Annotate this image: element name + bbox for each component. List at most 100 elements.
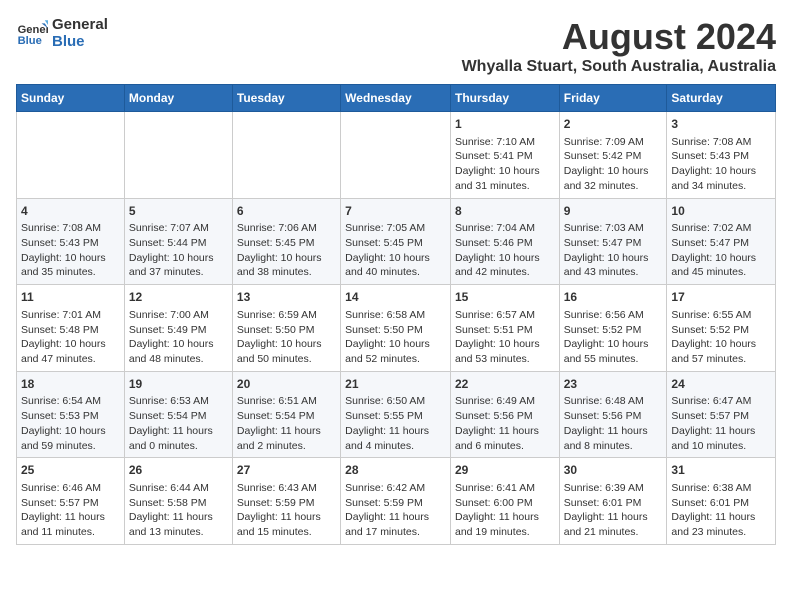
day-number: 30 [564, 462, 663, 479]
day-number: 29 [455, 462, 555, 479]
day-detail: Sunrise: 7:06 AMSunset: 5:45 PMDaylight:… [237, 221, 336, 280]
calendar-cell: 8Sunrise: 7:04 AMSunset: 5:46 PMDaylight… [450, 198, 559, 285]
calendar-cell: 12Sunrise: 7:00 AMSunset: 5:49 PMDayligh… [124, 285, 232, 372]
day-detail: Sunrise: 6:39 AMSunset: 6:01 PMDaylight:… [564, 481, 663, 540]
calendar-cell: 30 Sunrise: 6:39 AMSunset: 6:01 PMDayligh… [559, 458, 667, 545]
day-detail: Sunrise: 6:46 AMSunset: 5:57 PMDaylight:… [21, 481, 120, 540]
calendar-cell: 23Sunrise: 6:48 AMSunset: 5:56 PMDayligh… [559, 371, 667, 458]
calendar-cell: 13Sunrise: 6:59 AMSunset: 5:50 PMDayligh… [232, 285, 340, 372]
logo-icon: General Blue [16, 17, 48, 49]
day-detail: Sunrise: 7:08 AMSunset: 5:43 PMDaylight:… [671, 135, 771, 194]
calendar-cell: 10Sunrise: 7:02 AMSunset: 5:47 PMDayligh… [667, 198, 776, 285]
calendar-cell: 31 Sunrise: 6:38 AMSunset: 6:01 PMDayligh… [667, 458, 776, 545]
calendar-cell: 16Sunrise: 6:56 AMSunset: 5:52 PMDayligh… [559, 285, 667, 372]
calendar-cell: 2 Sunrise: 7:09 AMSunset: 5:42 PMDaylight… [559, 112, 667, 199]
day-number: 5 [129, 203, 228, 220]
day-number: 8 [455, 203, 555, 220]
page-header: General Blue General Blue August 2024 Wh… [16, 16, 776, 76]
calendar-cell: 11 Sunrise: 7:01 AMSunset: 5:48 PMDayligh… [17, 285, 125, 372]
day-detail: Sunrise: 6:43 AMSunset: 5:59 PMDaylight:… [237, 481, 336, 540]
calendar-body: 1 Sunrise: 7:10 AMSunset: 5:41 PMDaylight… [17, 112, 776, 545]
day-number: 27 [237, 462, 336, 479]
day-number: 24 [671, 376, 771, 393]
calendar-cell: 7Sunrise: 7:05 AMSunset: 5:45 PMDaylight… [341, 198, 451, 285]
calendar-header-row: SundayMondayTuesdayWednesdayThursdayFrid… [17, 85, 776, 112]
day-detail: Sunrise: 7:01 AMSunset: 5:48 PMDaylight:… [21, 308, 120, 367]
calendar-cell: 9Sunrise: 7:03 AMSunset: 5:47 PMDaylight… [559, 198, 667, 285]
day-detail: Sunrise: 7:10 AMSunset: 5:41 PMDaylight:… [455, 135, 555, 194]
calendar-table: SundayMondayTuesdayWednesdayThursdayFrid… [16, 84, 776, 545]
week-row-2: 4Sunrise: 7:08 AMSunset: 5:43 PMDaylight… [17, 198, 776, 285]
calendar-cell [17, 112, 125, 199]
day-detail: Sunrise: 7:04 AMSunset: 5:46 PMDaylight:… [455, 221, 555, 280]
day-number: 28 [345, 462, 446, 479]
day-number: 15 [455, 289, 555, 306]
column-header-wednesday: Wednesday [341, 85, 451, 112]
calendar-cell: 18Sunrise: 6:54 AMSunset: 5:53 PMDayligh… [17, 371, 125, 458]
calendar-cell: 3Sunrise: 7:08 AMSunset: 5:43 PMDaylight… [667, 112, 776, 199]
day-number: 31 [671, 462, 771, 479]
day-number: 18 [21, 376, 120, 393]
calendar-cell: 20Sunrise: 6:51 AMSunset: 5:54 PMDayligh… [232, 371, 340, 458]
svg-text:General: General [18, 24, 48, 36]
day-detail: Sunrise: 6:49 AMSunset: 5:56 PMDaylight:… [455, 394, 555, 453]
day-number: 6 [237, 203, 336, 220]
calendar-cell: 19Sunrise: 6:53 AMSunset: 5:54 PMDayligh… [124, 371, 232, 458]
logo-blue: Blue [52, 33, 108, 50]
calendar-cell: 4Sunrise: 7:08 AMSunset: 5:43 PMDaylight… [17, 198, 125, 285]
day-number: 20 [237, 376, 336, 393]
calendar-cell: 5Sunrise: 7:07 AMSunset: 5:44 PMDaylight… [124, 198, 232, 285]
day-detail: Sunrise: 7:03 AMSunset: 5:47 PMDaylight:… [564, 221, 663, 280]
day-number: 2 [564, 116, 663, 133]
main-title: August 2024 [462, 16, 776, 58]
week-row-1: 1 Sunrise: 7:10 AMSunset: 5:41 PMDaylight… [17, 112, 776, 199]
day-detail: Sunrise: 6:48 AMSunset: 5:56 PMDaylight:… [564, 394, 663, 453]
calendar-cell: 17Sunrise: 6:55 AMSunset: 5:52 PMDayligh… [667, 285, 776, 372]
calendar-cell: 6Sunrise: 7:06 AMSunset: 5:45 PMDaylight… [232, 198, 340, 285]
column-header-friday: Friday [559, 85, 667, 112]
day-number: 25 [21, 462, 120, 479]
day-number: 26 [129, 462, 228, 479]
day-detail: Sunrise: 6:42 AMSunset: 5:59 PMDaylight:… [345, 481, 446, 540]
calendar-cell: 21Sunrise: 6:50 AMSunset: 5:55 PMDayligh… [341, 371, 451, 458]
day-number: 17 [671, 289, 771, 306]
day-number: 10 [671, 203, 771, 220]
day-number: 4 [21, 203, 120, 220]
calendar-cell: 24Sunrise: 6:47 AMSunset: 5:57 PMDayligh… [667, 371, 776, 458]
day-number: 14 [345, 289, 446, 306]
calendar-cell: 26Sunrise: 6:44 AMSunset: 5:58 PMDayligh… [124, 458, 232, 545]
day-number: 7 [345, 203, 446, 220]
sub-title: Whyalla Stuart, South Australia, Austral… [462, 58, 776, 76]
day-detail: Sunrise: 6:58 AMSunset: 5:50 PMDaylight:… [345, 308, 446, 367]
calendar-cell: 1 Sunrise: 7:10 AMSunset: 5:41 PMDaylight… [450, 112, 559, 199]
day-detail: Sunrise: 7:09 AMSunset: 5:42 PMDaylight:… [564, 135, 663, 194]
day-detail: Sunrise: 6:41 AMSunset: 6:00 PMDaylight:… [455, 481, 555, 540]
calendar-cell [124, 112, 232, 199]
day-detail: Sunrise: 7:05 AMSunset: 5:45 PMDaylight:… [345, 221, 446, 280]
day-number: 22 [455, 376, 555, 393]
day-number: 21 [345, 376, 446, 393]
calendar-cell: 28 Sunrise: 6:42 AMSunset: 5:59 PMDayligh… [341, 458, 451, 545]
day-number: 1 [455, 116, 555, 133]
day-detail: Sunrise: 6:53 AMSunset: 5:54 PMDaylight:… [129, 394, 228, 453]
title-block: August 2024 Whyalla Stuart, South Austra… [462, 16, 776, 76]
calendar-cell: 14 Sunrise: 6:58 AMSunset: 5:50 PMDayligh… [341, 285, 451, 372]
calendar-cell: 15 Sunrise: 6:57 AMSunset: 5:51 PMDayligh… [450, 285, 559, 372]
calendar-cell [232, 112, 340, 199]
day-number: 9 [564, 203, 663, 220]
day-detail: Sunrise: 6:57 AMSunset: 5:51 PMDaylight:… [455, 308, 555, 367]
column-header-tuesday: Tuesday [232, 85, 340, 112]
calendar-cell: 29 Sunrise: 6:41 AMSunset: 6:00 PMDayligh… [450, 458, 559, 545]
column-header-thursday: Thursday [450, 85, 559, 112]
day-detail: Sunrise: 6:51 AMSunset: 5:54 PMDaylight:… [237, 394, 336, 453]
svg-text:Blue: Blue [18, 35, 42, 47]
day-number: 23 [564, 376, 663, 393]
day-detail: Sunrise: 6:54 AMSunset: 5:53 PMDaylight:… [21, 394, 120, 453]
column-header-monday: Monday [124, 85, 232, 112]
day-number: 11 [21, 289, 120, 306]
day-detail: Sunrise: 6:38 AMSunset: 6:01 PMDaylight:… [671, 481, 771, 540]
week-row-3: 11 Sunrise: 7:01 AMSunset: 5:48 PMDayligh… [17, 285, 776, 372]
day-number: 12 [129, 289, 228, 306]
calendar-cell: 22Sunrise: 6:49 AMSunset: 5:56 PMDayligh… [450, 371, 559, 458]
day-detail: Sunrise: 6:50 AMSunset: 5:55 PMDaylight:… [345, 394, 446, 453]
